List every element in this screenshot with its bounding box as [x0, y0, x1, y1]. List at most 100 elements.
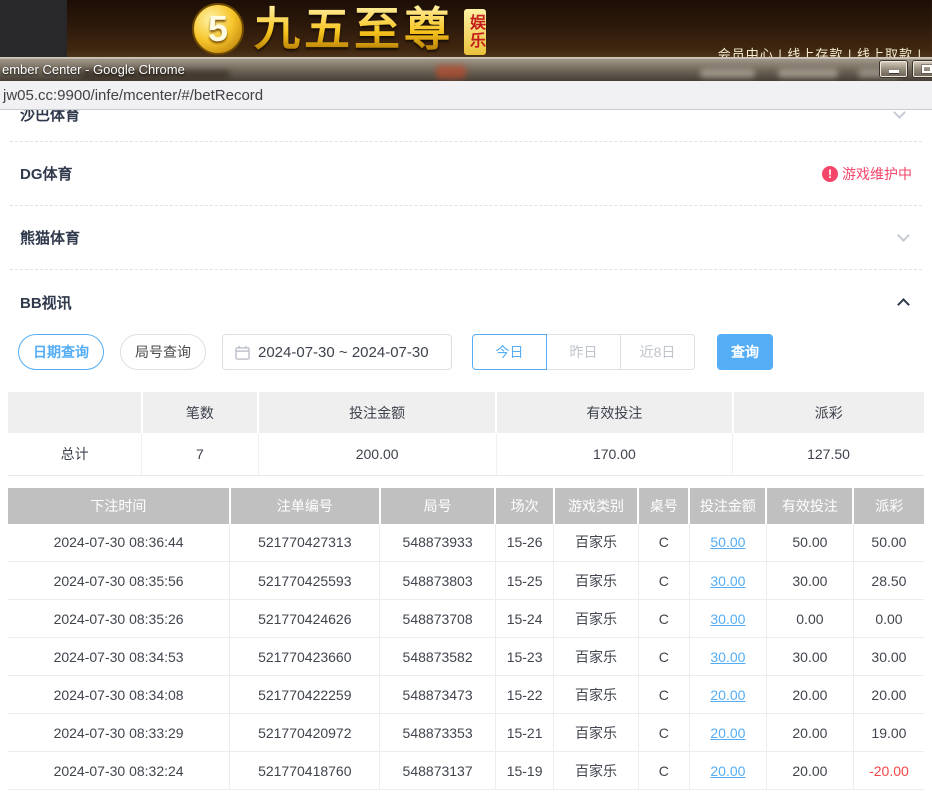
table-code-cell: C	[638, 562, 689, 600]
date-query-button[interactable]: 日期查询	[18, 334, 104, 370]
round-id-cell: 548873353	[380, 714, 495, 752]
address-url[interactable]: jw05.cc:9900/infe/mcenter/#/betRecord	[0, 87, 263, 104]
header-nav-links[interactable]: 会员中心 | 线上存款 | 线上取款 |	[718, 44, 922, 57]
bet-amount-cell: 30.00	[689, 638, 766, 676]
bet-amount-link[interactable]: 20.00	[710, 725, 745, 741]
titlebar-glass-blur	[700, 69, 755, 78]
bet-id-cell: 521770427313	[230, 524, 380, 562]
summary-header-cell: 派彩	[733, 392, 924, 433]
site-logo: 5 九五至尊 娱乐	[192, 3, 502, 55]
minimize-button[interactable]	[880, 61, 907, 77]
last-8-days-button[interactable]: 近8日	[620, 334, 695, 370]
table-row: 2024-07-30 08:35:56521770425593548873803…	[8, 562, 924, 600]
valid-bet-cell: 50.00	[766, 524, 853, 562]
summary-header-cell: 有效投注	[496, 392, 732, 433]
maximize-icon	[922, 65, 932, 73]
bet-amount-link[interactable]: 30.00	[710, 649, 745, 665]
table-row: 2024-07-30 08:36:44521770427313548873933…	[8, 524, 924, 562]
accordion-item-dg[interactable]: DG体育 ! 游戏维护中	[10, 142, 922, 206]
table-code-cell: C	[638, 638, 689, 676]
table-code-cell: C	[638, 752, 689, 790]
logo-entertainment-badge: 娱乐	[464, 9, 486, 55]
round-id-cell: 548873473	[380, 676, 495, 714]
bet-id-cell: 521770418760	[230, 752, 380, 790]
game-type-cell: 百家乐	[554, 714, 638, 752]
summary-header-row: 笔数 投注金额 有效投注 派彩	[8, 392, 924, 433]
session-cell: 15-19	[495, 752, 554, 790]
round-id-cell: 548873582	[380, 638, 495, 676]
summary-payout: 127.50	[733, 433, 924, 475]
table-code-cell: C	[638, 524, 689, 562]
table-row: 2024-07-30 08:34:08521770422259548873473…	[8, 676, 924, 714]
round-id-cell: 548873708	[380, 600, 495, 638]
table-code-cell: C	[638, 600, 689, 638]
game-type-cell: 百家乐	[554, 600, 638, 638]
table-row: 2024-07-30 08:34:53521770423660548873582…	[8, 638, 924, 676]
payout-cell: -20.00	[853, 752, 924, 790]
window-titlebar: ember Center - Google Chrome	[0, 57, 932, 81]
accordion-label: DG体育	[20, 163, 73, 184]
calendar-icon	[235, 345, 250, 360]
exclamation-icon: !	[822, 166, 838, 182]
header-bet-id: 注单编号	[230, 488, 380, 524]
summary-header-cell: 笔数	[142, 392, 258, 433]
session-cell: 15-21	[495, 714, 554, 752]
header-bet-amount: 投注金额	[689, 488, 766, 524]
logo-title: 九五至尊	[254, 3, 454, 55]
bet-amount-link[interactable]: 30.00	[710, 573, 745, 589]
titlebar-glass-blur	[778, 69, 838, 78]
payout-cell: 50.00	[853, 524, 924, 562]
accordion-item-bb[interactable]: BB视讯	[10, 270, 922, 334]
date-range-input[interactable]: 2024-07-30 ~ 2024-07-30	[222, 334, 452, 370]
valid-bet-cell: 20.00	[766, 676, 853, 714]
header-session: 场次	[495, 488, 554, 524]
summary-total-label: 总计	[8, 433, 142, 475]
session-cell: 15-23	[495, 638, 554, 676]
maximize-button[interactable]	[913, 61, 932, 77]
session-cell: 15-22	[495, 676, 554, 714]
bet-amount-cell: 30.00	[689, 562, 766, 600]
chevron-down-icon	[897, 229, 910, 242]
maintenance-text: 游戏维护中	[842, 164, 912, 184]
header-left-panel	[0, 0, 67, 57]
accordion-item-shaba[interactable]: 沙巴体育	[10, 110, 922, 142]
bet-amount-link[interactable]: 30.00	[710, 611, 745, 627]
window-controls	[880, 61, 932, 77]
accordion-label: 熊猫体育	[20, 227, 80, 248]
date-range-value: 2024-07-30 ~ 2024-07-30	[258, 344, 429, 361]
session-cell: 15-26	[495, 524, 554, 562]
yesterday-button[interactable]: 昨日	[546, 334, 621, 370]
summary-table: 笔数 投注金额 有效投注 派彩 总计 7 200.00 170.00 127.5…	[8, 392, 924, 476]
bet-time-cell: 2024-07-30 08:36:44	[8, 524, 230, 562]
game-type-cell: 百家乐	[554, 752, 638, 790]
payout-cell: 0.00	[853, 600, 924, 638]
header-payout: 派彩	[853, 488, 924, 524]
payout-cell: 30.00	[853, 638, 924, 676]
search-button[interactable]: 查询	[717, 334, 773, 370]
bet-amount-link[interactable]: 20.00	[710, 687, 745, 703]
summary-valid-bet: 170.00	[496, 433, 732, 475]
chevron-down-icon	[893, 110, 906, 119]
round-query-button[interactable]: 局号查询	[120, 334, 206, 370]
bet-amount-cell: 20.00	[689, 752, 766, 790]
minimize-icon	[889, 70, 899, 73]
summary-header-cell	[8, 392, 142, 433]
summary-count: 7	[142, 433, 258, 475]
accordion-item-panda[interactable]: 熊猫体育	[10, 206, 922, 270]
valid-bet-cell: 20.00	[766, 714, 853, 752]
table-code-cell: C	[638, 714, 689, 752]
bet-amount-cell: 20.00	[689, 714, 766, 752]
address-bar[interactable]: jw05.cc:9900/infe/mcenter/#/betRecord	[0, 81, 932, 110]
payout-cell: 19.00	[853, 714, 924, 752]
bet-time-cell: 2024-07-30 08:35:56	[8, 562, 230, 600]
bet-time-cell: 2024-07-30 08:34:53	[8, 638, 230, 676]
table-code-cell: C	[638, 676, 689, 714]
session-cell: 15-25	[495, 562, 554, 600]
page-content: 沙巴体育 DG体育 ! 游戏维护中 熊猫体育 BB视讯 日期查询 局号查询	[0, 110, 932, 805]
header-bet-time: 下注时间	[8, 488, 230, 524]
quick-range-group: 今日 昨日 近8日	[472, 334, 695, 370]
bet-amount-link[interactable]: 50.00	[710, 534, 745, 550]
bet-amount-link[interactable]: 20.00	[710, 763, 745, 779]
game-type-cell: 百家乐	[554, 676, 638, 714]
today-button[interactable]: 今日	[472, 334, 547, 370]
